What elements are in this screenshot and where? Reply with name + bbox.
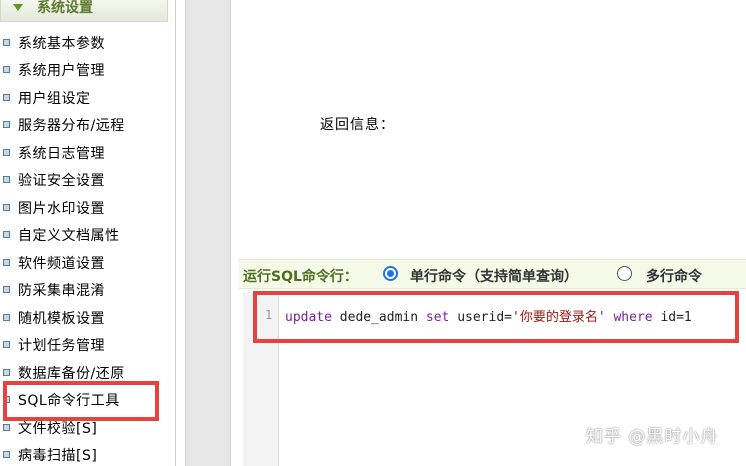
sql-command-bar: 运行SQL命令行： 单行命令（支持简单查询） 多行命令 xyxy=(239,259,746,289)
sidebar-item-label: 防采集串混淆 xyxy=(18,283,105,299)
bullet-icon xyxy=(3,176,10,183)
bullet-icon xyxy=(3,231,10,238)
sidebar-item-custom-attributes[interactable]: 自定义文档属性 xyxy=(0,221,168,248)
sql-line-highlight-box xyxy=(253,291,739,343)
bullet-icon xyxy=(3,314,10,321)
sidebar-item-label: 系统用户管理 xyxy=(18,63,105,79)
multi-line-radio[interactable] xyxy=(617,266,632,281)
bullet-icon xyxy=(3,39,10,46)
sql-tool-highlight-box xyxy=(3,381,159,421)
bullet-icon xyxy=(3,149,10,156)
sidebar-item-server-remote[interactable]: 服务器分布/远程 xyxy=(0,111,168,138)
bullet-icon xyxy=(3,204,10,211)
sql-command-label: 运行SQL命令行： xyxy=(243,269,358,285)
sidebar-item-label: 随机模板设置 xyxy=(18,311,105,327)
expand-triangle-icon xyxy=(13,4,23,11)
sidebar-item-label: 病毒扫描[S] xyxy=(18,448,98,464)
sidebar-item-label: 计划任务管理 xyxy=(18,338,105,354)
sidebar-item-label: 用户组设定 xyxy=(18,91,91,107)
frame-divider xyxy=(185,0,231,466)
multi-line-radio-label[interactable]: 多行命令 xyxy=(646,266,702,286)
bullet-icon xyxy=(3,451,10,458)
sidebar-item-security[interactable]: 验证安全设置 xyxy=(0,166,168,193)
sidebar-item-label: 自定义文档属性 xyxy=(18,228,120,244)
sidebar-item-label: 验证安全设置 xyxy=(18,173,105,189)
sidebar-item-random-template[interactable]: 随机模板设置 xyxy=(0,304,168,331)
bullet-icon xyxy=(3,424,10,431)
sidebar-item-label: 系统日志管理 xyxy=(18,146,105,162)
sidebar-item-virus-scan[interactable]: 病毒扫描[S] xyxy=(0,441,168,466)
bullet-icon xyxy=(3,341,10,348)
bullet-icon xyxy=(3,121,10,128)
sidebar-item-user-groups[interactable]: 用户组设定 xyxy=(0,84,168,111)
return-info-label: 返回信息： xyxy=(320,117,395,133)
sidebar-item-label: 数据库备份/还原 xyxy=(18,366,125,382)
sidebar-item-label: 图片水印设置 xyxy=(18,201,105,217)
watermark-text: 知乎 @黑时小舟 xyxy=(586,427,719,447)
sidebar-item-software-channel[interactable]: 软件频道设置 xyxy=(0,249,168,276)
bullet-icon xyxy=(3,66,10,73)
sidebar-item-scheduled-tasks[interactable]: 计划任务管理 xyxy=(0,331,168,358)
bullet-icon xyxy=(3,94,10,101)
bullet-icon xyxy=(3,286,10,293)
sidebar-item-watermark[interactable]: 图片水印设置 xyxy=(0,194,168,221)
bullet-icon xyxy=(3,369,10,376)
section-header-system-settings[interactable]: 系统设置 xyxy=(0,0,168,22)
single-line-radio[interactable] xyxy=(383,266,398,281)
sidebar-item-label: 软件频道设置 xyxy=(18,256,105,272)
frame-splitter[interactable] xyxy=(177,0,185,466)
sidebar-item-label: 系统基本参数 xyxy=(18,36,105,52)
sidebar-item-anti-collection[interactable]: 防采集串混淆 xyxy=(0,276,168,303)
section-title: 系统设置 xyxy=(37,0,93,16)
main-panel: 返回信息： 运行SQL命令行： 单行命令（支持简单查询） 多行命令 1 upda… xyxy=(231,0,746,466)
bullet-icon xyxy=(3,259,10,266)
sidebar-item-label: 文件校验[S] xyxy=(18,421,98,437)
sidebar-item-label: 服务器分布/远程 xyxy=(18,118,125,134)
sidebar-item-basic-params[interactable]: 系统基本参数 xyxy=(0,29,168,56)
single-line-radio-label[interactable]: 单行命令（支持简单查询） xyxy=(410,266,578,286)
sidebar-item-user-management[interactable]: 系统用户管理 xyxy=(0,56,168,83)
sidebar-item-system-logs[interactable]: 系统日志管理 xyxy=(0,139,168,166)
